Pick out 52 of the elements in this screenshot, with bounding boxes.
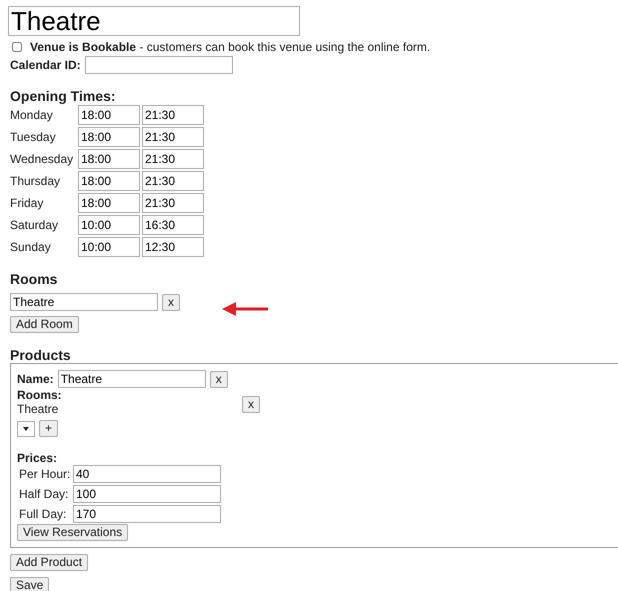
close-time-field[interactable]: 21:30: [142, 127, 204, 147]
close-time-field[interactable]: 21:30: [142, 193, 204, 213]
bookable-label: Venue is Bookable - customers can book this venue using the online form.: [30, 40, 430, 54]
open-time-field[interactable]: 18:00: [78, 193, 140, 213]
price-label: Full Day:: [19, 507, 68, 521]
price-label: Half Day:: [19, 487, 70, 501]
prices-label: Prices:: [17, 451, 58, 465]
open-time-field[interactable]: 10:00: [78, 215, 140, 235]
bookable-checkbox[interactable]: [12, 42, 22, 52]
calendar-id-label: Calendar ID:: [10, 58, 81, 72]
close-time-field[interactable]: 21:30: [142, 171, 204, 191]
close-time-field[interactable]: 21:30: [142, 105, 204, 125]
price-label: Per Hour:: [19, 467, 72, 481]
save-button[interactable]: Save: [10, 577, 50, 591]
products-heading: Products: [10, 347, 72, 363]
close-time-field[interactable]: 16:30: [142, 215, 204, 235]
price-field[interactable]: 170: [73, 505, 221, 523]
price-field[interactable]: 100: [73, 485, 221, 503]
product-name-field[interactable]: Theatre: [58, 370, 206, 388]
add-product-button[interactable]: Add Product: [10, 554, 88, 571]
product-name-label: Name:: [17, 372, 54, 386]
remove-room-button[interactable]: x: [162, 294, 180, 310]
open-time-field[interactable]: 18:00: [78, 127, 140, 147]
price-field[interactable]: 40: [73, 465, 221, 483]
calendar-id-field[interactable]: [84, 56, 233, 74]
day-label: Tuesday: [10, 130, 57, 144]
remove-product-room-button[interactable]: x: [242, 396, 260, 413]
room-name-field[interactable]: Theatre: [10, 293, 158, 311]
room-select[interactable]: [17, 420, 35, 436]
day-label: Monday: [10, 108, 54, 122]
product-room-name: Theatre: [17, 402, 60, 416]
opening-times-heading: Opening Times:: [10, 88, 117, 104]
product-rooms-label: Rooms:: [17, 388, 63, 402]
day-label: Saturday: [10, 218, 60, 232]
remove-product-button[interactable]: x: [210, 370, 228, 388]
view-reservations-button[interactable]: View Reservations: [17, 524, 128, 541]
venue-name-field[interactable]: Theatre: [8, 6, 300, 36]
open-time-field[interactable]: 18:00: [78, 149, 140, 169]
arrow-icon: [222, 301, 268, 317]
day-label: Sunday: [10, 240, 52, 254]
close-time-field[interactable]: 21:30: [142, 149, 204, 169]
rooms-heading: Rooms: [10, 271, 58, 287]
open-time-field[interactable]: 10:00: [78, 237, 140, 257]
close-time-field[interactable]: 12:30: [142, 237, 204, 257]
open-time-field[interactable]: 18:00: [78, 105, 140, 125]
add-product-room-button[interactable]: +: [39, 420, 58, 437]
day-label: Thursday: [10, 174, 62, 188]
caret-icon: [23, 426, 29, 430]
day-label: Friday: [10, 196, 44, 210]
day-label: Wednesday: [10, 152, 74, 166]
open-time-field[interactable]: 18:00: [78, 171, 140, 191]
add-room-button[interactable]: Add Room: [10, 316, 79, 333]
